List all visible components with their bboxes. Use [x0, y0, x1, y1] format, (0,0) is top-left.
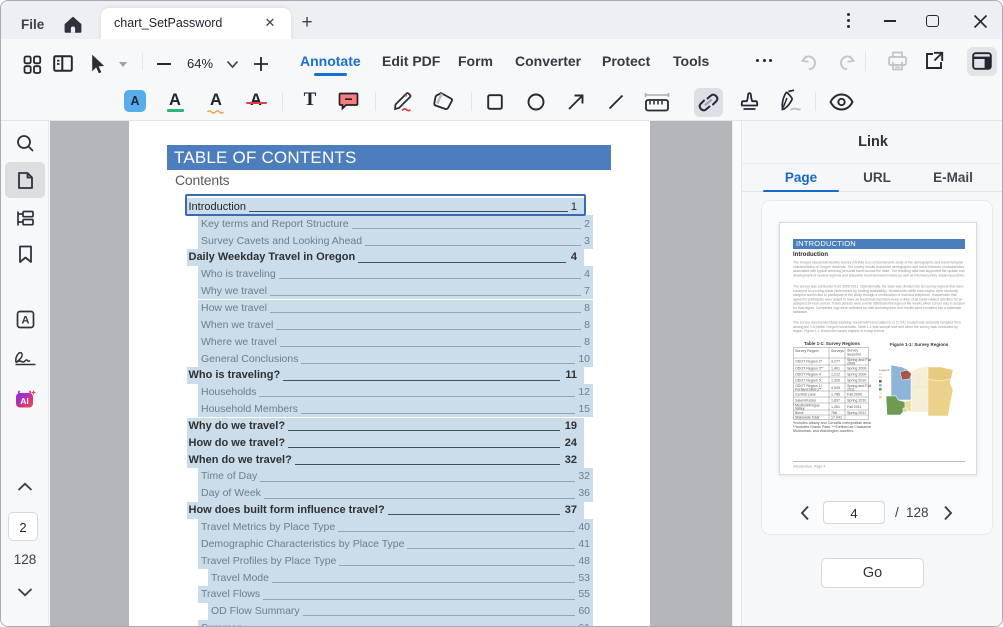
- svg-text:ODOT Region 3**: ODOT Region 3**: [795, 367, 824, 371]
- svg-text:Spring 2011: Spring 2011: [847, 411, 866, 415]
- svg-text:Central Lane: Central Lane: [795, 393, 816, 397]
- svg-text:Survey Region: Survey Region: [795, 349, 819, 353]
- svg-text:ODOT Region 2*: ODOT Region 2*: [795, 360, 823, 364]
- svg-text:Valley: Valley: [795, 407, 805, 411]
- svg-text:1,461: 1,461: [831, 367, 840, 371]
- svg-text:ODOT Region 5: ODOT Region 5: [795, 379, 821, 383]
- svg-text:A: A: [22, 315, 30, 327]
- svg-text:Legend: Legend: [879, 368, 889, 372]
- svg-text:Surveys: Surveys: [831, 349, 844, 353]
- svg-text:2011: 2011: [847, 388, 855, 392]
- svg-text:AI: AI: [20, 396, 29, 406]
- svg-text:Portland Metro**: Portland Metro**: [795, 388, 822, 392]
- svg-text:1,261: 1,261: [831, 405, 840, 409]
- svg-text:Salem/Keizer: Salem/Keizer: [795, 399, 817, 403]
- svg-text:Spring 2000: Spring 2000: [847, 373, 866, 377]
- svg-text:Spring 2010: Spring 2010: [847, 399, 866, 403]
- svg-text:Bend: Bend: [795, 411, 803, 415]
- svg-text:Spring 2010: Spring 2010: [847, 379, 866, 383]
- svg-text:Fall 2011: Fall 2011: [847, 405, 862, 409]
- svg-text:2009: 2009: [847, 362, 855, 366]
- svg-text:Seasons: Seasons: [847, 353, 861, 357]
- svg-text:3,277: 3,277: [831, 360, 840, 364]
- svg-text:4,545: 4,545: [831, 386, 840, 390]
- svg-text:Statewide Total: Statewide Total: [795, 416, 820, 420]
- svg-text:1,326: 1,326: [831, 379, 840, 383]
- svg-text:1,837: 1,837: [831, 399, 840, 403]
- svg-text:Multnomah, and Washington coun: Multnomah, and Washington counties.: [793, 429, 854, 433]
- svg-text:Spring 2009: Spring 2009: [847, 367, 866, 371]
- svg-text:1,212: 1,212: [831, 373, 840, 377]
- svg-text:17,041: 17,041: [831, 416, 842, 420]
- svg-text:1,786: 1,786: [831, 393, 840, 397]
- svg-text:ODOT Region 4: ODOT Region 4: [795, 373, 821, 377]
- svg-text:Fall 2009: Fall 2009: [847, 393, 862, 397]
- svg-text:766: 766: [831, 411, 837, 415]
